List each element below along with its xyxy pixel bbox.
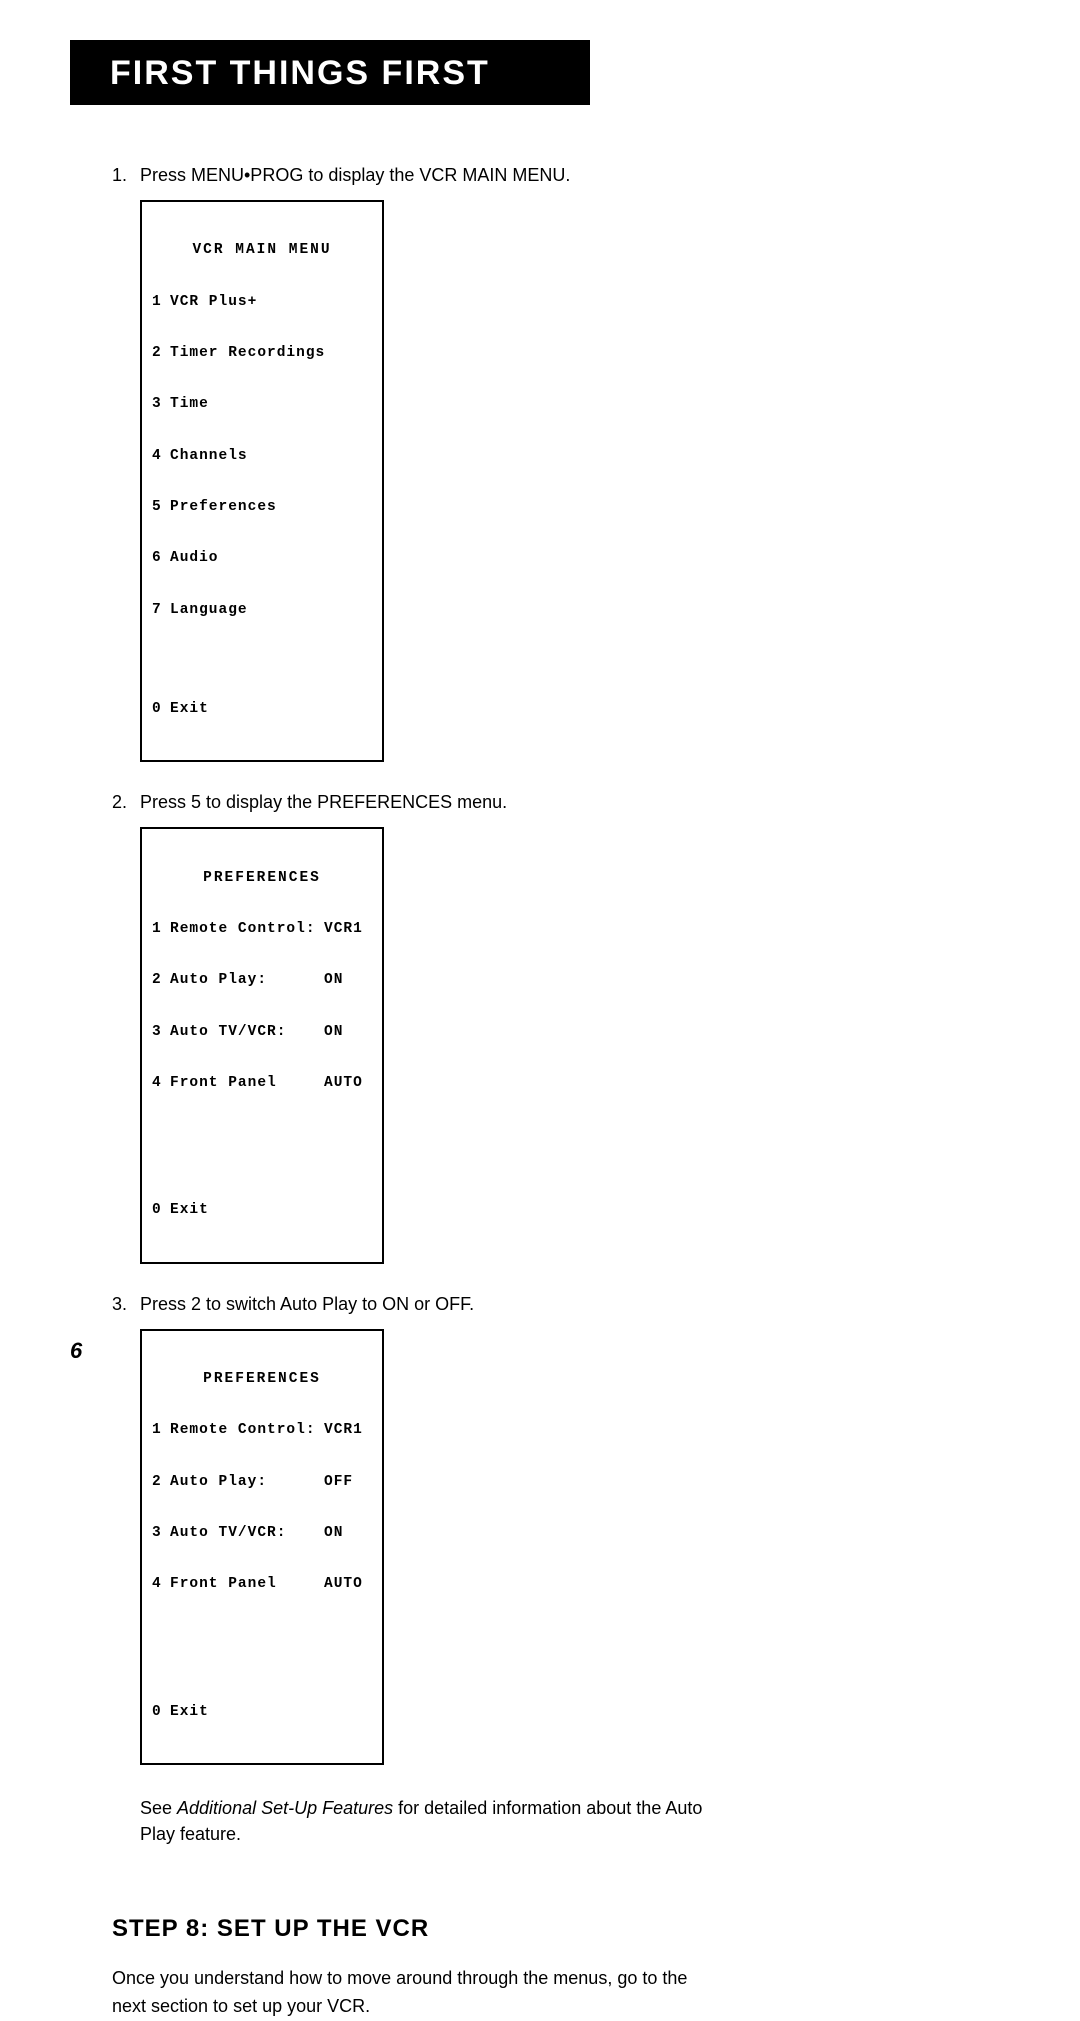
- menu-item-num: 1: [152, 1422, 170, 1439]
- menu-item: 3Auto TV/VCR:ON: [152, 1024, 372, 1041]
- chapter-banner: FIRST THINGS FIRST: [70, 40, 590, 105]
- menu-item-label: Exit: [170, 701, 372, 718]
- content-area: 1. Press MENU•PROG to display the VCR MA…: [70, 105, 710, 2021]
- menu-item-label: Channels: [170, 448, 372, 465]
- menu-item-num: 5: [152, 499, 170, 516]
- menu-item-label: Auto TV/VCR:: [170, 1525, 324, 1542]
- menu-item-label: Language: [170, 602, 372, 619]
- menu-item-num: 3: [152, 1024, 170, 1041]
- menu-item-label: Auto Play:: [170, 1474, 324, 1491]
- menu-item-value: AUTO: [324, 1075, 372, 1092]
- menu-item-num: 6: [152, 550, 170, 567]
- menu-item: 4Channels: [152, 448, 372, 465]
- menu-title: PREFERENCES: [152, 1371, 372, 1388]
- menu-item-num: 0: [152, 701, 170, 718]
- menu-item: 2Timer Recordings: [152, 345, 372, 362]
- menu-exit: 0Exit: [152, 701, 372, 718]
- step-3: 3. Press 2 to switch Auto Play to ON or …: [112, 1294, 710, 1315]
- menu-item-num: 0: [152, 1704, 170, 1721]
- menu-item: 6Audio: [152, 550, 372, 567]
- menu-item-label: Auto Play:: [170, 972, 324, 989]
- step8-heading: STEP 8: SET UP THE VCR: [112, 1915, 710, 1943]
- menu-item-label: Preferences: [170, 499, 372, 516]
- menu-item-label: Audio: [170, 550, 372, 567]
- step-1: 1. Press MENU•PROG to display the VCR MA…: [112, 165, 710, 186]
- menu-item-label: Time: [170, 396, 372, 413]
- menu-item: 1Remote Control:VCR1: [152, 1422, 372, 1439]
- page-number: 6: [70, 1338, 82, 1364]
- note-prefix: See: [140, 1798, 177, 1818]
- step-number: 1.: [112, 165, 140, 186]
- menu-box-preferences-off: PREFERENCES 1Remote Control:VCR1 2Auto P…: [140, 1329, 384, 1765]
- menu-item: 2Auto Play:ON: [152, 972, 372, 989]
- menu-item: 5Preferences: [152, 499, 372, 516]
- menu-item: 4Front PanelAUTO: [152, 1576, 372, 1593]
- menu-exit: 0Exit: [152, 1202, 372, 1219]
- menu-box-main: VCR MAIN MENU 1VCR Plus+ 2Timer Recordin…: [140, 200, 384, 762]
- menu-item-label: Remote Control:: [170, 921, 324, 938]
- step-number: 2.: [112, 792, 140, 813]
- menu-item-value: AUTO: [324, 1576, 372, 1593]
- menu-title: VCR MAIN MENU: [152, 242, 372, 259]
- menu-item-label: Exit: [170, 1202, 372, 1219]
- step-text: Press 5 to display the PREFERENCES menu.: [140, 792, 710, 813]
- step-text: Press 2 to switch Auto Play to ON or OFF…: [140, 1294, 710, 1315]
- page: FIRST THINGS FIRST 1. Press MENU•PROG to…: [0, 0, 1080, 1404]
- step-text: Press MENU•PROG to display the VCR MAIN …: [140, 165, 710, 186]
- menu-title: PREFERENCES: [152, 870, 372, 887]
- menu-item-label: Front Panel: [170, 1576, 324, 1593]
- menu-item-label: Auto TV/VCR:: [170, 1024, 324, 1041]
- menu-item-num: 3: [152, 396, 170, 413]
- menu-item-label: VCR Plus+: [170, 294, 372, 311]
- menu-item: 1Remote Control:VCR1: [152, 921, 372, 938]
- menu-item-num: 2: [152, 345, 170, 362]
- menu-item-num: 7: [152, 602, 170, 619]
- menu-box-preferences-on: PREFERENCES 1Remote Control:VCR1 2Auto P…: [140, 827, 384, 1263]
- menu-item: 1VCR Plus+: [152, 294, 372, 311]
- menu-item: 3Auto TV/VCR:ON: [152, 1525, 372, 1542]
- menu-item-num: 1: [152, 921, 170, 938]
- menu-item-label: Front Panel: [170, 1075, 324, 1092]
- menu-item-num: 4: [152, 448, 170, 465]
- menu-item-value: ON: [324, 972, 372, 989]
- menu-item-num: 4: [152, 1075, 170, 1092]
- menu-item-num: 3: [152, 1525, 170, 1542]
- menu-item-num: 0: [152, 1202, 170, 1219]
- menu-item: 2Auto Play:OFF: [152, 1474, 372, 1491]
- menu-item-label: Remote Control:: [170, 1422, 324, 1439]
- menu-item-label: Exit: [170, 1704, 372, 1721]
- menu-item-num: 4: [152, 1576, 170, 1593]
- step-number: 3.: [112, 1294, 140, 1315]
- menu-item-value: ON: [324, 1024, 372, 1041]
- step8-body: Once you understand how to move around t…: [112, 1965, 710, 2021]
- menu-exit: 0Exit: [152, 1704, 372, 1721]
- menu-item-num: 2: [152, 1474, 170, 1491]
- note-italic: Additional Set-Up Features: [177, 1798, 393, 1818]
- menu-item-num: 2: [152, 972, 170, 989]
- menu-item-label: Timer Recordings: [170, 345, 372, 362]
- menu-item-value: OFF: [324, 1474, 372, 1491]
- menu-item-num: 1: [152, 294, 170, 311]
- footnote: See Additional Set-Up Features for detai…: [140, 1795, 710, 1847]
- menu-item-value: VCR1: [324, 1422, 372, 1439]
- menu-item: 4Front PanelAUTO: [152, 1075, 372, 1092]
- menu-item-value: ON: [324, 1525, 372, 1542]
- step-2: 2. Press 5 to display the PREFERENCES me…: [112, 792, 710, 813]
- menu-item-value: VCR1: [324, 921, 372, 938]
- menu-item: 7Language: [152, 602, 372, 619]
- menu-item: 3Time: [152, 396, 372, 413]
